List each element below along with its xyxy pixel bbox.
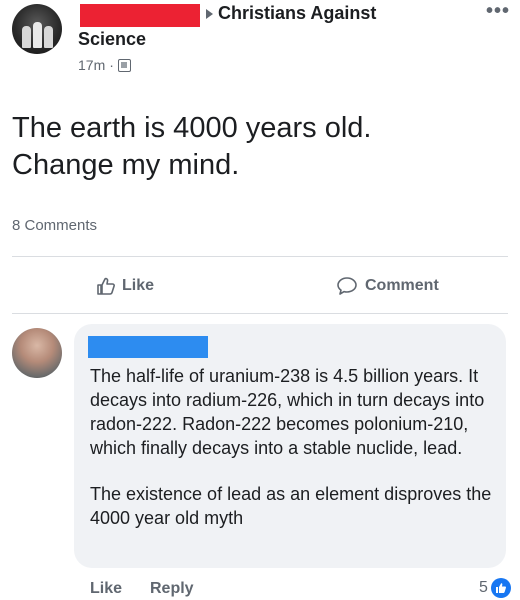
post-text-line: The earth is 4000 years old. [12,112,372,144]
comment-like-button[interactable]: Like [90,580,122,598]
comment-reactions[interactable]: 5 [479,578,511,598]
post-text-line: Change my mind. [12,149,240,181]
thumbs-up-glyph [495,583,506,593]
group-privacy-icon[interactable] [117,58,131,72]
meta-separator: · [109,57,114,73]
like-label: Like [122,277,155,294]
post-meta: 17m · [78,57,131,73]
comment-label: Comment [365,277,439,294]
comment-body: The half-life of uranium-238 is 4.5 bill… [90,364,498,552]
post-timestamp[interactable]: 17m [78,57,105,73]
like-reaction-icon [490,578,511,598]
comment-count[interactable]: 8 Comments [12,217,97,234]
redacted-commenter-name [88,336,208,358]
group-name[interactable]: Christians Against [218,3,376,24]
comment-button[interactable]: Comment [336,276,439,296]
avatar-figure [44,26,53,48]
group-name-continued[interactable]: Science [78,29,146,50]
post-group-link[interactable]: Christians Against [206,3,376,24]
thumbs-up-icon [97,277,115,295]
divider [12,313,508,314]
arrow-right-icon [206,8,213,19]
group-avatar[interactable] [12,4,62,54]
post-body: The earth is 4000 years old. Change my m… [12,110,371,184]
comment-paragraph: The half-life of uranium-238 is 4.5 bill… [90,366,485,458]
comment-paragraph: The existence of lead as an element disp… [90,484,492,528]
comment-reply-button[interactable]: Reply [150,580,194,598]
redacted-poster-name [80,4,200,27]
reaction-count: 5 [479,579,488,596]
avatar-figure [33,22,42,48]
speech-bubble-icon [337,277,357,295]
more-options-icon[interactable]: ••• [486,1,510,21]
like-button[interactable]: Like [96,276,154,296]
avatar-figure [22,26,31,48]
divider [12,256,508,257]
commenter-avatar[interactable] [12,328,62,378]
